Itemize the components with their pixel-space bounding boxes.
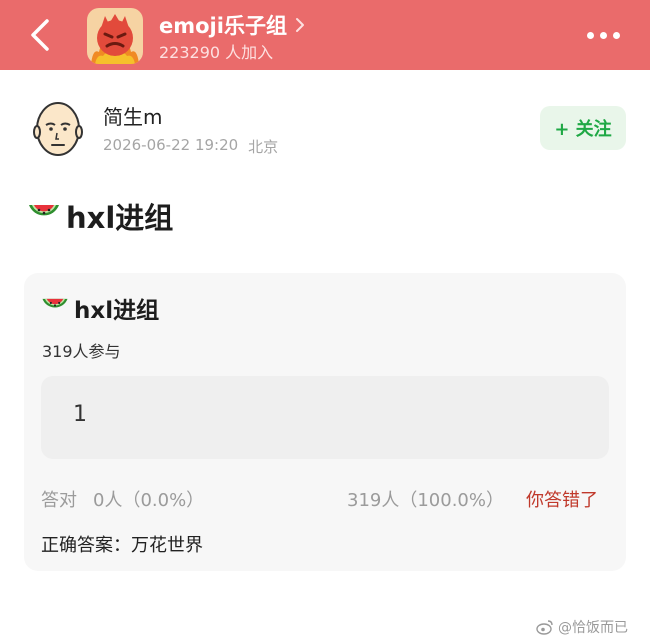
post-title-text: hxl进组 (66, 201, 174, 235)
answer-option[interactable]: 1 (41, 376, 609, 459)
back-button[interactable] (20, 15, 60, 55)
correct-label: 答对 (41, 490, 77, 511)
correct-stat: 答对 0人（0.0%） (41, 486, 204, 512)
post-location: 北京 (248, 138, 279, 156)
watermark-text: @恰饭而已 (558, 620, 628, 636)
watermelon-icon (29, 205, 59, 216)
correct-answer: 正确答案：万花世界 (41, 535, 203, 556)
group-name: emoji乐子组 (159, 14, 287, 38)
author-avatar[interactable] (32, 100, 84, 162)
group-avatar[interactable] (87, 8, 143, 64)
follow-button[interactable]: + 关注 (540, 106, 626, 150)
group-member-count: 223290 人加入 (159, 43, 274, 62)
watermark: @恰饭而已 (536, 617, 628, 637)
quiz-title-text: hxl进组 (74, 298, 160, 324)
more-dots-icon (599, 31, 607, 39)
group-name-link[interactable]: emoji乐子组 (159, 11, 305, 39)
more-dots-icon (586, 31, 594, 39)
more-dots-icon (612, 31, 620, 39)
bald-cartoon-avatar-icon (33, 102, 83, 156)
post-meta: 2026-06-22 19:20 北京 (103, 136, 278, 157)
author-name[interactable]: 简生m (103, 101, 162, 130)
fire-emoji-avatar-icon (87, 8, 143, 64)
back-arrow-icon (31, 19, 49, 51)
post-date: 2026-06-22 19:20 (103, 136, 239, 154)
quiz-title: hxl进组 (40, 291, 159, 325)
group-header: emoji乐子组 223290 人加入 (0, 0, 650, 70)
wrong-count: 319人（100.0%） (347, 490, 504, 511)
correct-count: 0人（0.0%） (93, 490, 205, 511)
chevron-right-icon (295, 18, 304, 32)
answer-option-text: 1 (73, 402, 87, 427)
weibo-logo-icon (536, 620, 553, 635)
post-title: hxl进组 (26, 196, 173, 236)
wrong-notice: 你答错了 (526, 490, 598, 511)
more-options-button[interactable] (578, 22, 628, 48)
quiz-participants: 319人参与 (42, 342, 121, 361)
watermelon-icon (42, 298, 68, 308)
